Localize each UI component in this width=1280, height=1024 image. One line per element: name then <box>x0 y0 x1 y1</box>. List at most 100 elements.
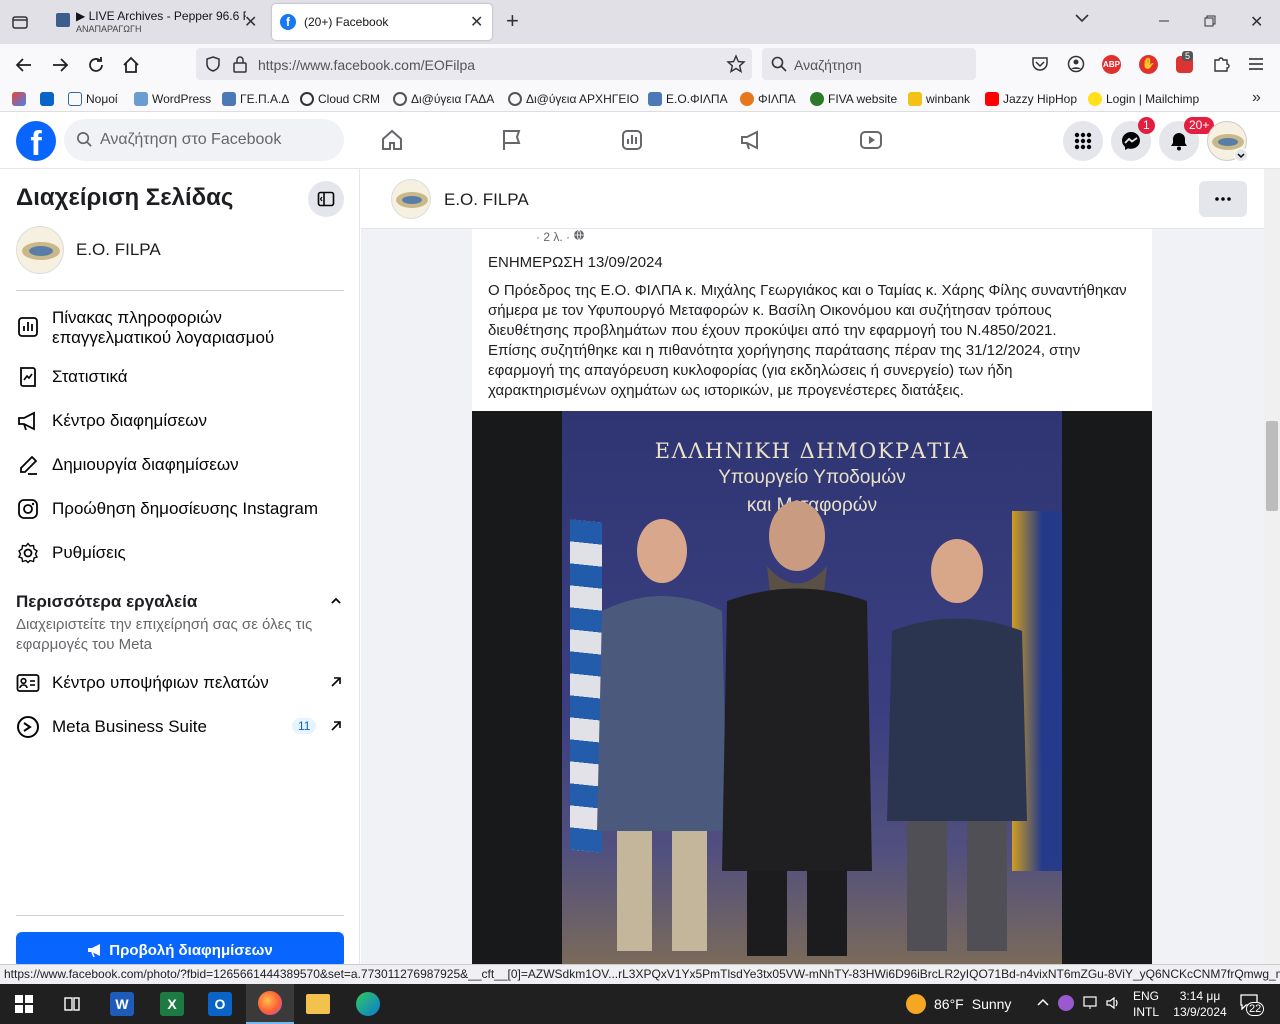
more-tools-header[interactable]: Περισσότερα εργαλεία <box>16 590 344 614</box>
close-icon[interactable]: ✕ <box>244 12 257 32</box>
app-tray-icon[interactable] <box>1058 995 1074 1011</box>
minimize-button[interactable] <box>1158 12 1170 24</box>
gmail-bookmark[interactable] <box>12 90 26 108</box>
clock-icon <box>300 92 314 106</box>
bookmark-item[interactable]: Νομοί <box>68 90 118 108</box>
post-meta: · 2 λ. · <box>536 229 585 244</box>
sidebar-item-ad-center[interactable]: Κέντρο διαφημίσεων <box>16 403 207 439</box>
bookmark-item[interactable]: FIVA website <box>810 90 897 108</box>
bookmark-item[interactable]: Δι@ύγεια ΓΑΔΑ <box>393 90 494 108</box>
dashboard-nav-icon[interactable] <box>620 128 644 157</box>
volume-icon[interactable] <box>1106 996 1122 1015</box>
edge-icon[interactable] <box>350 988 386 1020</box>
youtube-icon <box>985 92 999 106</box>
megaphone-icon <box>88 944 101 958</box>
bookmark-label: Cloud CRM <box>318 92 381 106</box>
bookmarks-overflow-icon[interactable]: » <box>1252 89 1261 107</box>
video-nav-icon[interactable] <box>859 128 883 157</box>
flag-nav-icon[interactable] <box>500 128 524 157</box>
menu-grid-button[interactable] <box>1063 121 1103 161</box>
post-timestamp[interactable]: · 2 λ. · <box>536 230 570 244</box>
sidebar-item-meta-business-suite[interactable]: Meta Business Suite 11 <box>16 709 344 745</box>
bookmark-label: Jazzy HipHop <box>1003 92 1078 106</box>
word-icon[interactable]: W <box>104 988 140 1020</box>
bookmark-item[interactable]: ΦΙΛΠΑ <box>740 90 796 108</box>
restore-button[interactable] <box>1204 14 1216 27</box>
bookmark-item[interactable]: winbank <box>908 90 970 108</box>
promote-button[interactable]: Προβολή διαφημίσεων <box>16 932 344 968</box>
outlook-bookmark[interactable] <box>40 90 54 108</box>
chevron-up-icon[interactable] <box>330 594 342 612</box>
url-text[interactable]: https://www.facebook.com/EOFilpa <box>258 57 475 73</box>
pocket-icon[interactable] <box>1031 55 1049 78</box>
bookmark-item[interactable]: Login | Mailchimp <box>1088 90 1199 108</box>
address-bar[interactable]: https://www.facebook.com/EOFilpa <box>196 48 752 80</box>
close-window-button[interactable]: ✕ <box>1250 12 1263 32</box>
account-icon[interactable] <box>1067 55 1085 78</box>
grid-icon <box>1074 132 1092 150</box>
globe-icon <box>393 92 407 106</box>
hand-extension-icon[interactable]: ✋ <box>1139 55 1158 74</box>
clock[interactable]: 3:14 μμ 13/9/2024 <box>1170 988 1230 1020</box>
tab-facebook[interactable]: f (20+) Facebook ✕ <box>272 4 492 40</box>
close-icon[interactable]: ✕ <box>470 12 483 32</box>
page-avatar <box>16 226 64 274</box>
file-explorer-icon[interactable] <box>300 988 336 1020</box>
sidebar-item-instagram-boost[interactable]: Προώθηση δημοσίευσης Instagram <box>16 491 318 527</box>
adblock-plus-icon[interactable]: ABP <box>1102 55 1121 74</box>
chevron-down-icon[interactable] <box>1234 148 1248 162</box>
chevron-down-icon[interactable] <box>1074 10 1090 29</box>
page-avatar[interactable] <box>391 179 431 219</box>
network-icon[interactable] <box>1083 996 1099 1015</box>
notification-center[interactable]: 22 <box>1240 994 1265 1016</box>
page-header-name[interactable]: E.O. FILPA <box>444 190 529 210</box>
facebook-favicon-icon: f <box>280 14 296 30</box>
sidebar-item-settings[interactable]: Ρυθμίσεις <box>16 535 126 571</box>
page-scrollbar[interactable]: ▼ <box>1264 169 1280 979</box>
post-photo[interactable]: ΕΛΛΗΝΙΚΗ ΔΗΜΟΚΡΑΤΙΑ Υπουργείο Υποδομών κ… <box>472 411 1152 964</box>
megaphone-nav-icon[interactable] <box>739 128 763 157</box>
windows-start-icon[interactable] <box>6 988 42 1020</box>
page-switcher[interactable]: E.O. FILPA <box>16 226 344 274</box>
bookmark-item[interactable]: Δι@ύγεια ΑΡΧΗΓΕΙΟ <box>508 90 639 108</box>
bookmark-star-icon[interactable] <box>726 54 746 79</box>
extensions-puzzle-icon[interactable] <box>1212 55 1230 78</box>
sidebar-item-dashboard[interactable]: Πίνακας πληροφοριών επαγγελματικού λογαρ… <box>16 308 302 348</box>
task-view-icon[interactable] <box>54 988 90 1020</box>
excel-icon[interactable]: X <box>154 988 190 1020</box>
language-indicator[interactable]: ENG INTL <box>1133 988 1159 1020</box>
reload-button[interactable] <box>86 55 106 80</box>
browser-search-bar[interactable]: Αναζήτηση <box>762 48 976 80</box>
collapse-sidebar-button[interactable] <box>308 181 344 217</box>
new-tab-button[interactable]: + <box>506 8 519 34</box>
back-button[interactable] <box>14 55 34 80</box>
weather-widget[interactable]: 86°F Sunny <box>906 992 1011 1016</box>
post-line: Ο Πρόεδρος της Ε.Ο. ΦΙΛΠΑ κ. Μιχάλης Γεω… <box>488 282 1127 299</box>
home-button[interactable] <box>121 55 141 80</box>
tab-pepper-radio[interactable]: ▶ LIVE Archives - Pepper 96.6 FM ΑΝΑΠΑΡΑ… <box>44 4 270 40</box>
bookmark-item[interactable]: ΓΕ.Π.Α.Δ <box>222 90 289 108</box>
bookmark-item[interactable]: WordPress <box>134 90 211 108</box>
bookmark-item[interactable]: Cloud CRM <box>300 90 380 108</box>
facebook-search-input[interactable]: Αναζήτηση στο Facebook <box>64 119 344 161</box>
post-line: διευθέτησης προβλημάτων που έχουν προκύψ… <box>488 322 1057 339</box>
tab-list-button[interactable] <box>10 12 30 32</box>
mailchimp-icon <box>1088 92 1102 106</box>
chevron-up-icon[interactable] <box>1036 996 1050 1015</box>
home-nav-icon[interactable] <box>380 128 404 157</box>
bookmark-item[interactable]: Ε.Ο.ΦΙΛΠΑ <box>648 90 728 108</box>
language-code: ENG <box>1133 989 1160 1003</box>
hamburger-menu-icon[interactable] <box>1248 56 1264 77</box>
facebook-logo[interactable]: f <box>16 121 56 161</box>
lock-icon[interactable] <box>232 55 248 78</box>
firefox-icon[interactable] <box>246 984 294 1024</box>
sidebar-item-insights[interactable]: Στατιστικά <box>16 359 128 395</box>
sidebar-item-create-ads[interactable]: Δημιουργία διαφημίσεων <box>16 447 239 483</box>
outlook-icon[interactable]: O <box>202 988 238 1020</box>
forward-button[interactable] <box>50 55 70 80</box>
bookmark-item[interactable]: Jazzy HipHop <box>985 90 1077 108</box>
shield-icon[interactable] <box>204 55 222 78</box>
scrollbar-thumb[interactable] <box>1266 421 1278 511</box>
sidebar-item-leads-center[interactable]: Κέντρο υποψήφιων πελατών <box>16 665 344 701</box>
more-options-button[interactable] <box>1199 181 1247 217</box>
